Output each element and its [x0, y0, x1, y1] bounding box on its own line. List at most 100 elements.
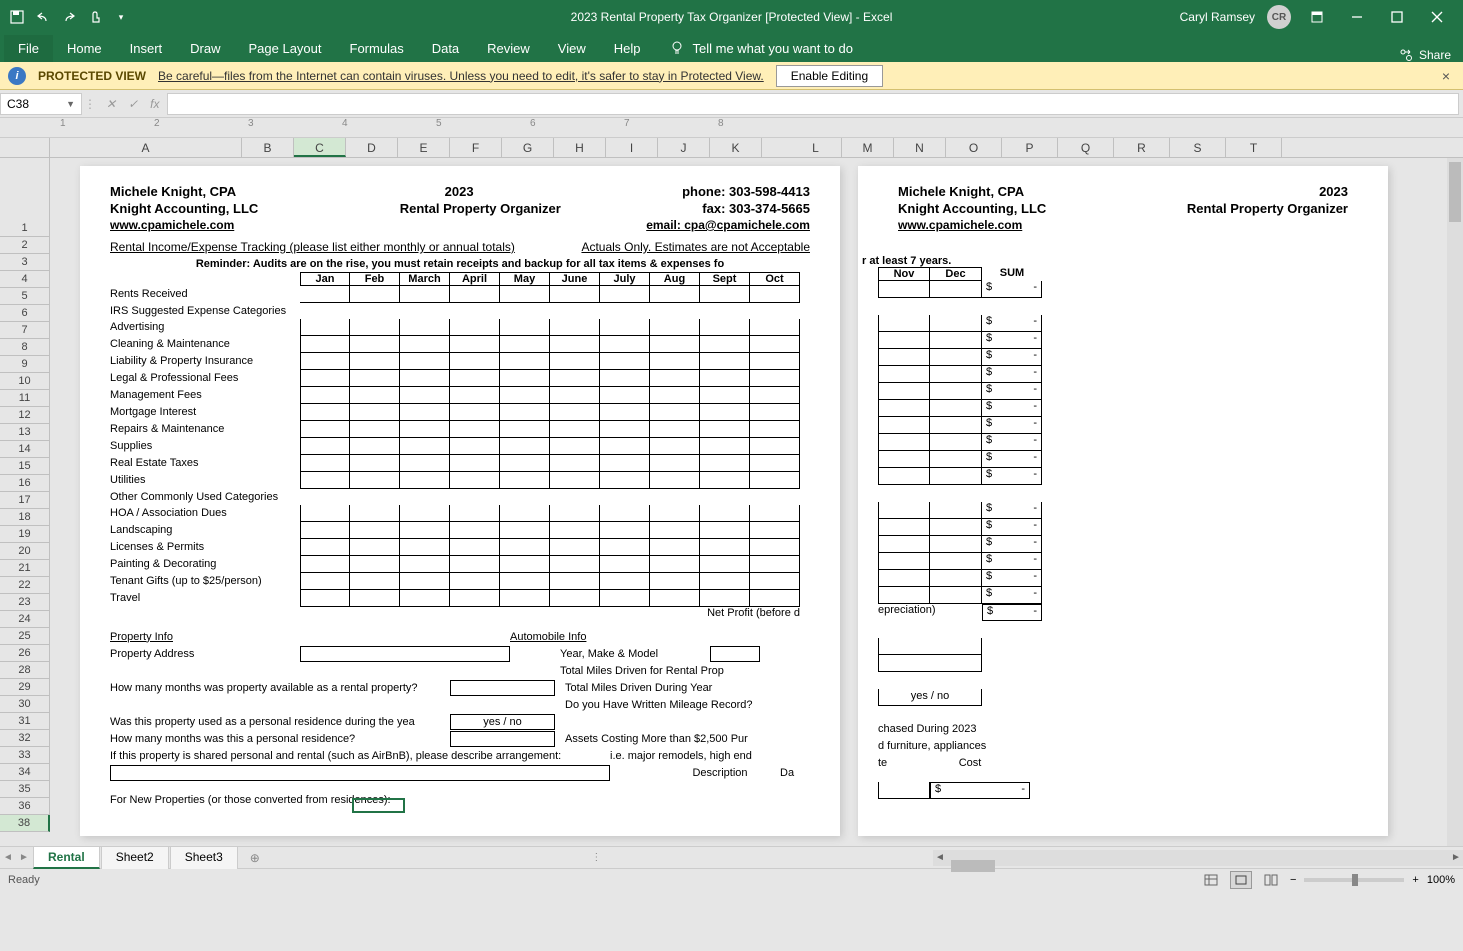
sum-cell[interactable]: $- — [982, 536, 1042, 553]
expense-cell[interactable] — [500, 404, 550, 421]
expense-cell[interactable] — [500, 539, 550, 556]
expense-cell[interactable] — [500, 370, 550, 387]
sum-cell[interactable]: $- — [982, 502, 1042, 519]
zoom-out-button[interactable]: − — [1290, 874, 1296, 886]
expense-cell[interactable] — [550, 353, 600, 370]
expense-cell[interactable] — [500, 556, 550, 573]
expense-cell[interactable] — [650, 522, 700, 539]
expense-cell[interactable] — [650, 455, 700, 472]
user-name[interactable]: Caryl Ramsey — [1180, 10, 1255, 24]
expense-cell[interactable] — [300, 573, 350, 590]
row-header-22[interactable]: 22 — [0, 577, 50, 594]
save-icon[interactable] — [8, 8, 26, 26]
protected-view-close-icon[interactable]: × — [1437, 68, 1455, 84]
row-header-13[interactable]: 13 — [0, 424, 50, 441]
expense-cell[interactable] — [350, 370, 400, 387]
expense-cell[interactable] — [450, 590, 500, 607]
expense-cell[interactable] — [400, 404, 450, 421]
expense-cell[interactable] — [700, 387, 750, 404]
year-make-model-input[interactable] — [710, 646, 760, 662]
name-box[interactable]: C38 ▼ — [0, 93, 82, 115]
row-header-4[interactable]: 4 — [0, 271, 50, 288]
expense-cell[interactable] — [650, 353, 700, 370]
expense-cell[interactable] — [400, 387, 450, 404]
expense-cell[interactable] — [600, 539, 650, 556]
expense-cell[interactable] — [500, 387, 550, 404]
expense-cell[interactable] — [450, 539, 500, 556]
expense-cell[interactable] — [550, 539, 600, 556]
protected-view-message[interactable]: Be careful—files from the Internet can c… — [158, 69, 764, 83]
expense-cell[interactable] — [700, 438, 750, 455]
expense-cell[interactable] — [550, 370, 600, 387]
expense-cell[interactable] — [700, 455, 750, 472]
sum-cell[interactable]: $- — [982, 434, 1042, 451]
expense-cell[interactable] — [450, 438, 500, 455]
expense-cell[interactable] — [750, 319, 800, 336]
zoom-level[interactable]: 100% — [1427, 874, 1455, 886]
expense-cell[interactable] — [700, 590, 750, 607]
column-header-A[interactable]: A — [50, 138, 242, 157]
expense-cell[interactable] — [750, 522, 800, 539]
row-header-16[interactable]: 16 — [0, 475, 50, 492]
expense-cell[interactable] — [600, 404, 650, 421]
expense-cell[interactable] — [600, 387, 650, 404]
expense-cell[interactable] — [350, 387, 400, 404]
months-personal-input[interactable] — [450, 731, 555, 747]
row-header-10[interactable]: 10 — [0, 373, 50, 390]
expense-cell[interactable] — [350, 336, 400, 353]
expense-cell[interactable] — [400, 573, 450, 590]
expense-cell[interactable] — [650, 590, 700, 607]
expense-cell[interactable] — [400, 336, 450, 353]
row-header-7[interactable]: 7 — [0, 322, 50, 339]
expense-cell[interactable] — [300, 539, 350, 556]
select-all-corner[interactable] — [0, 138, 50, 157]
column-header-T[interactable]: T — [1226, 138, 1282, 157]
row-header-5[interactable]: 5 — [0, 288, 50, 305]
expense-cell[interactable] — [400, 438, 450, 455]
expense-cell[interactable] — [500, 522, 550, 539]
sheet-tab-sheet3[interactable]: Sheet3 — [170, 846, 238, 869]
row-header-34[interactable]: 34 — [0, 764, 50, 781]
expense-cell[interactable] — [700, 421, 750, 438]
expense-cell[interactable] — [750, 421, 800, 438]
column-header-J[interactable]: J — [658, 138, 710, 157]
expense-cell[interactable] — [750, 472, 800, 489]
row-header-36[interactable]: 36 — [0, 798, 50, 815]
expense-cell[interactable] — [650, 472, 700, 489]
expense-cell[interactable] — [750, 573, 800, 590]
column-header-R[interactable]: R — [1114, 138, 1170, 157]
ribbon-tab-view[interactable]: View — [544, 35, 600, 62]
expense-cell[interactable] — [550, 404, 600, 421]
sum-cell[interactable]: $- — [982, 519, 1042, 536]
zoom-slider-thumb[interactable] — [1352, 874, 1358, 886]
expense-cell[interactable] — [750, 404, 800, 421]
column-header-B[interactable]: B — [242, 138, 294, 157]
enable-editing-button[interactable]: Enable Editing — [776, 65, 883, 87]
expense-cell[interactable] — [600, 336, 650, 353]
sum-cell[interactable]: $- — [982, 315, 1042, 332]
hscroll-right-icon[interactable]: ► — [1449, 852, 1463, 863]
expense-cell[interactable] — [300, 421, 350, 438]
row-header-17[interactable]: 17 — [0, 492, 50, 509]
expense-cell[interactable] — [700, 539, 750, 556]
ribbon-tab-help[interactable]: Help — [600, 35, 655, 62]
column-header-F[interactable]: F — [450, 138, 502, 157]
expense-cell[interactable] — [300, 522, 350, 539]
sheet-viewport[interactable]: Michele Knight, CPA 2023 phone: 303-598-… — [50, 158, 1463, 846]
expense-cell[interactable] — [750, 336, 800, 353]
column-header-O[interactable]: O — [946, 138, 1002, 157]
expense-cell[interactable] — [650, 370, 700, 387]
expense-cell[interactable] — [750, 387, 800, 404]
ribbon-tab-file[interactable]: File — [4, 35, 53, 62]
touch-mode-icon[interactable] — [86, 8, 104, 26]
expense-cell[interactable] — [600, 455, 650, 472]
column-header-I[interactable]: I — [606, 138, 658, 157]
expense-cell[interactable] — [550, 505, 600, 522]
expense-cell[interactable] — [650, 539, 700, 556]
expense-cell[interactable] — [500, 455, 550, 472]
expense-cell[interactable] — [700, 353, 750, 370]
sum-cell[interactable]: $- — [982, 451, 1042, 468]
expense-cell[interactable] — [350, 556, 400, 573]
personal-residence-yes-no[interactable]: yes / no — [450, 714, 555, 730]
expense-cell[interactable] — [550, 387, 600, 404]
